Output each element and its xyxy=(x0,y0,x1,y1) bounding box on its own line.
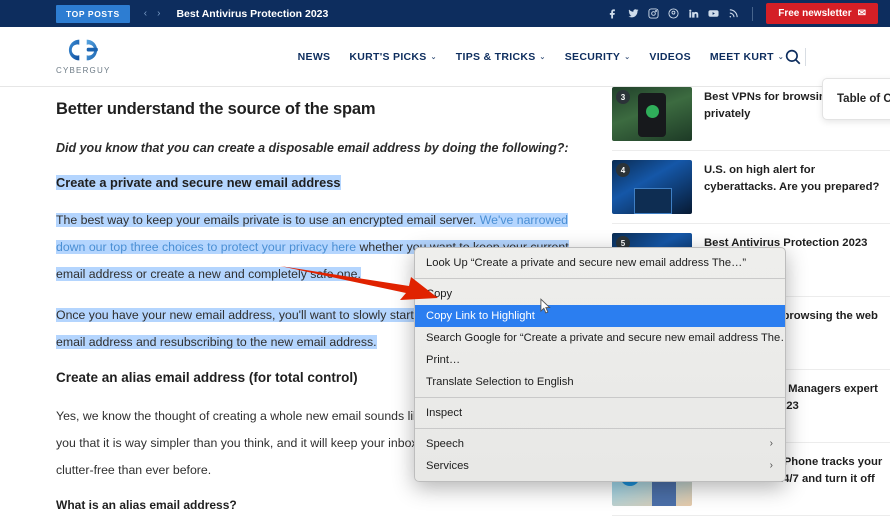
nav-item-videos[interactable]: VIDEOS xyxy=(649,51,690,63)
next-post-arrow[interactable]: › xyxy=(157,8,160,19)
context-menu-item-speech[interactable]: Speech › xyxy=(415,433,785,455)
chevron-right-icon: › xyxy=(769,438,773,449)
search-icon[interactable] xyxy=(784,48,802,66)
context-menu-separator xyxy=(415,428,785,429)
nav-label: NEWS xyxy=(297,51,331,63)
rss-icon[interactable] xyxy=(728,8,739,20)
thumbnail-image: 4 xyxy=(612,160,692,214)
top-post-headline[interactable]: Best Antivirus Protection 2023 xyxy=(176,8,328,20)
rank-badge: 4 xyxy=(616,163,630,177)
nav-item-news[interactable]: NEWS xyxy=(298,51,331,63)
browser-page: TOP POSTS ‹ › Best Antivirus Protection … xyxy=(0,0,890,530)
site-logo[interactable]: CYBERGUY xyxy=(56,35,111,75)
context-menu-item-label: Print… xyxy=(426,354,461,366)
list-item-title: U.S. on high alert for cyberattacks. Are… xyxy=(704,164,880,193)
nav-label: VIDEOS xyxy=(649,51,691,63)
context-menu-item-copy-link-to-highlight[interactable]: Copy Link to Highlight xyxy=(415,305,785,327)
context-menu-item-label: Speech xyxy=(426,438,464,450)
context-menu-item-inspect[interactable]: Inspect xyxy=(415,402,785,424)
logo-wordmark: CYBERGUY xyxy=(56,66,111,75)
context-menu-separator xyxy=(415,278,785,279)
article-sub-heading-2: What is an alias email address? xyxy=(56,498,237,512)
context-menu-item-label: Search Google for “Create a private and … xyxy=(426,332,785,344)
context-menu-item-translate[interactable]: Translate Selection to English xyxy=(415,371,785,393)
context-menu-item-label: Copy xyxy=(426,288,453,300)
nav-label: TIPS & TRICKS xyxy=(455,51,536,63)
context-menu-item-label: Look Up “Create a private and secure new… xyxy=(426,257,747,269)
envelope-icon: ✉ xyxy=(857,8,866,19)
nav-item-kurts-picks[interactable]: KURT'S PICKS ⌄ xyxy=(349,51,436,63)
nav-label: SECURITY xyxy=(564,51,621,63)
rank-badge: 3 xyxy=(616,90,630,104)
list-item[interactable]: 4 U.S. on high alert for cyberattacks. A… xyxy=(612,151,890,224)
context-menu: Look Up “Create a private and secure new… xyxy=(414,247,786,482)
top-posts-badge[interactable]: TOP POSTS xyxy=(56,4,130,23)
chevron-down-icon: ⌄ xyxy=(624,54,631,61)
chevron-down-icon: ⌄ xyxy=(539,54,546,61)
chevron-down-icon: ⌄ xyxy=(430,54,437,61)
context-menu-separator xyxy=(415,397,785,398)
linkedin-icon[interactable] xyxy=(688,8,699,20)
table-of-contents-label: Table of C xyxy=(837,93,890,105)
selected-subheading-text: Create a private and secure new email ad… xyxy=(56,175,341,190)
context-menu-item-label: Copy Link to Highlight xyxy=(426,310,535,322)
context-menu-item-look-up[interactable]: Look Up “Create a private and secure new… xyxy=(415,252,785,274)
context-menu-item-services[interactable]: Services › xyxy=(415,455,785,477)
skull-icon xyxy=(648,193,657,202)
nav-label: KURT'S PICKS xyxy=(349,51,427,63)
topbar-right-group: Free newsletter ✉ xyxy=(608,0,878,27)
nav-item-tips-tricks[interactable]: TIPS & TRICKS ⌄ xyxy=(456,51,546,63)
context-menu-item-print[interactable]: Print… xyxy=(415,349,785,371)
nav-label: MEET KURT xyxy=(709,51,774,63)
pinterest-icon[interactable] xyxy=(668,8,679,20)
top-posts-group: TOP POSTS ‹ › Best Antivirus Protection … xyxy=(0,4,328,23)
thumbnail-image: 3 xyxy=(612,87,692,141)
article-subheading-selected: Create a private and secure new email ad… xyxy=(56,175,341,190)
paragraph-1-text-a: The best way to keep your emails private… xyxy=(56,213,480,227)
context-menu-item-search-google[interactable]: Search Google for “Create a private and … xyxy=(415,327,785,349)
twitter-icon[interactable] xyxy=(628,8,639,20)
context-menu-item-label: Inspect xyxy=(426,407,463,419)
article-heading: Better understand the source of the spam xyxy=(56,100,376,118)
nav-item-security[interactable]: SECURITY ⌄ xyxy=(565,51,631,63)
top-posts-nav: ‹ › xyxy=(144,8,161,19)
free-newsletter-label: Free newsletter xyxy=(778,8,852,19)
top-announcement-bar: TOP POSTS ‹ › Best Antivirus Protection … xyxy=(0,0,890,27)
free-newsletter-button[interactable]: Free newsletter ✉ xyxy=(766,3,878,24)
article-intro: Did you know that you can create a dispo… xyxy=(56,141,569,155)
nav-item-meet-kurt[interactable]: MEET KURT ⌄ xyxy=(710,51,784,63)
context-menu-item-label: Translate Selection to English xyxy=(426,376,574,388)
topbar-divider xyxy=(752,6,754,21)
instagram-icon[interactable] xyxy=(648,8,659,20)
chevron-right-icon: › xyxy=(769,460,773,471)
vpn-shield-icon xyxy=(646,105,659,118)
nav-divider xyxy=(805,48,806,66)
cyberguy-logo-icon xyxy=(69,39,99,61)
table-of-contents-card[interactable]: Table of C xyxy=(822,78,890,120)
prev-post-arrow[interactable]: ‹ xyxy=(144,8,147,19)
youtube-icon[interactable] xyxy=(708,8,719,20)
context-menu-item-copy[interactable]: Copy xyxy=(415,283,785,305)
mouse-cursor xyxy=(540,298,551,314)
facebook-icon[interactable] xyxy=(608,8,619,20)
context-menu-item-label: Services xyxy=(426,460,469,472)
